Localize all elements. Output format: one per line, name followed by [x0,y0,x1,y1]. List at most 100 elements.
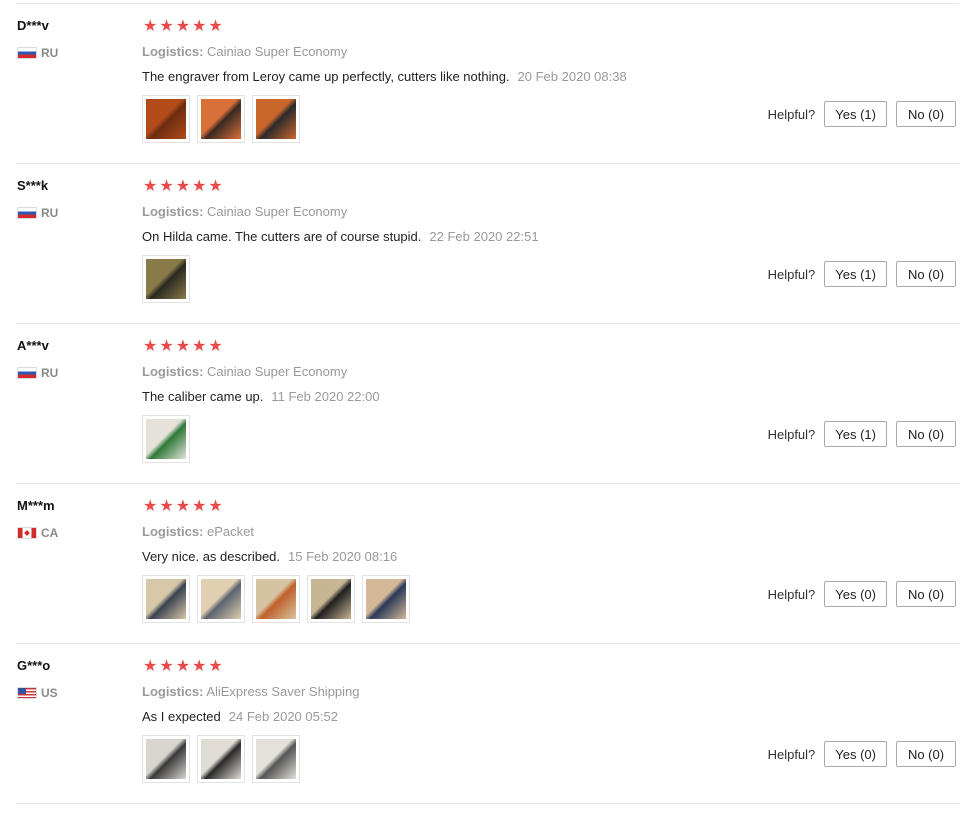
review-feedback: The caliber came up. 11 Feb 2020 22:00 [142,389,380,404]
review-text: The engraver from Leroy came up perfectl… [142,69,510,84]
star-icon: ★ [208,18,223,35]
star-icon: ★ [208,338,223,355]
logistics-method: AliExpress Saver Shipping [206,684,360,699]
star-icon: ★ [143,18,158,35]
country-code: RU [41,206,59,220]
country-flag-icon [17,527,37,539]
helpful-yes-button[interactable]: Yes (1) [824,421,887,447]
star-icon: ★ [175,338,191,355]
star-rating: ★ ★ ★ ★ ★ [143,339,223,355]
photo-item-3 [256,739,296,779]
review-date: 24 Feb 2020 05:52 [228,709,338,724]
review-photo-thumbnail[interactable] [142,95,190,143]
review-photos [142,95,300,143]
review-photo-thumbnail[interactable] [197,735,245,783]
photo-tool-3 [256,579,296,619]
star-icon: ★ [192,338,207,355]
reviewer-name: S***k [17,178,49,193]
helpful-label: Helpful? [767,426,816,442]
review-photo-thumbnail[interactable] [307,575,355,623]
helpful-no-button[interactable]: No (0) [896,421,956,447]
logistics-info: Logistics: Cainiao Super Economy [142,204,347,219]
helpful-no-button[interactable]: No (0) [896,101,956,127]
star-icon: ★ [143,178,158,195]
logistics-info: Logistics: Cainiao Super Economy [142,364,347,379]
helpful-label: Helpful? [767,746,816,762]
helpful-no-button[interactable]: No (0) [896,741,956,767]
star-icon: ★ [175,178,191,195]
logistics-label: Logistics: [142,684,204,699]
photo-item-1 [146,739,186,779]
review-text: The caliber came up. [142,389,264,404]
helpful-yes-button[interactable]: Yes (0) [824,741,887,767]
star-icon: ★ [208,658,223,675]
star-rating: ★ ★ ★ ★ ★ [143,659,223,675]
reviewer-name: G***o [17,658,51,673]
logistics-method: ePacket [207,524,255,539]
star-icon: ★ [175,658,191,675]
logistics-method: Cainiao Super Economy [207,44,348,59]
helpful-yes-button[interactable]: Yes (1) [824,101,887,127]
helpful-no-button[interactable]: No (0) [896,261,956,287]
reviewer-country: CA [17,526,58,540]
helpful-vote: Helpful? Yes (1) No (0) [768,261,956,287]
review-item: A***v RU ★ ★ ★ ★ ★ Logistics: Cainiao Super Eco… [0,324,971,484]
country-flag-icon [17,687,37,699]
review-photo-thumbnail[interactable] [142,255,190,303]
review-feedback: The engraver from Leroy came up perfectl… [142,69,627,84]
logistics-label: Logistics: [142,364,204,379]
helpful-no-button[interactable]: No (0) [896,581,956,607]
photo-item-2 [201,739,241,779]
logistics-label: Logistics: [142,204,204,219]
review-photo-thumbnail[interactable] [197,575,245,623]
star-icon: ★ [192,658,207,675]
photo-tool-4 [311,579,351,619]
star-icon: ★ [143,338,158,355]
country-code: US [41,686,58,700]
helpful-vote: Helpful? Yes (1) No (0) [768,101,956,127]
helpful-vote: Helpful? Yes (0) No (0) [768,741,956,767]
review-divider [16,803,960,804]
reviewer-name: D***v [17,18,49,33]
review-item: M***m CA ★ ★ ★ ★ ★ Logistics: ePacket Very nice.… [0,484,971,644]
country-flag-icon [17,47,37,59]
review-photo-thumbnail[interactable] [362,575,410,623]
country-code: RU [41,46,59,60]
star-icon: ★ [143,658,158,675]
photo-engraver-body [256,99,296,139]
logistics-method: Cainiao Super Economy [207,364,348,379]
star-icon: ★ [159,498,174,515]
review-date: 15 Feb 2020 08:16 [288,549,398,564]
photo-engraver-hand [201,99,241,139]
review-photo-thumbnail[interactable] [252,95,300,143]
review-item: D***v RU ★ ★ ★ ★ ★ Logistics: Cainiao Super Eco… [0,4,971,164]
logistics-label: Logistics: [142,44,204,59]
star-icon: ★ [192,498,207,515]
helpful-yes-button[interactable]: Yes (0) [824,581,887,607]
review-photo-thumbnail[interactable] [142,735,190,783]
helpful-label: Helpful? [767,266,816,282]
star-icon: ★ [159,178,174,195]
photo-tool-5 [366,579,406,619]
country-flag-icon [17,207,37,219]
logistics-method: Cainiao Super Economy [207,204,348,219]
review-feedback: As I expected 24 Feb 2020 05:52 [142,709,338,724]
helpful-label: Helpful? [767,586,816,602]
review-date: 22 Feb 2020 22:51 [429,229,539,244]
helpful-yes-button[interactable]: Yes (1) [824,261,887,287]
star-rating: ★ ★ ★ ★ ★ [143,499,223,515]
review-photos [142,255,190,303]
star-icon: ★ [175,498,191,515]
review-photo-thumbnail[interactable] [252,575,300,623]
reviewer-name: A***v [17,338,49,353]
review-photo-thumbnail[interactable] [142,415,190,463]
country-code: CA [41,526,59,540]
review-photo-thumbnail[interactable] [197,95,245,143]
star-rating: ★ ★ ★ ★ ★ [143,19,223,35]
star-icon: ★ [192,18,207,35]
review-photo-thumbnail[interactable] [142,575,190,623]
reviewer-country: RU [17,366,58,380]
star-icon: ★ [208,498,223,515]
photo-tool-1 [146,579,186,619]
review-photo-thumbnail[interactable] [252,735,300,783]
